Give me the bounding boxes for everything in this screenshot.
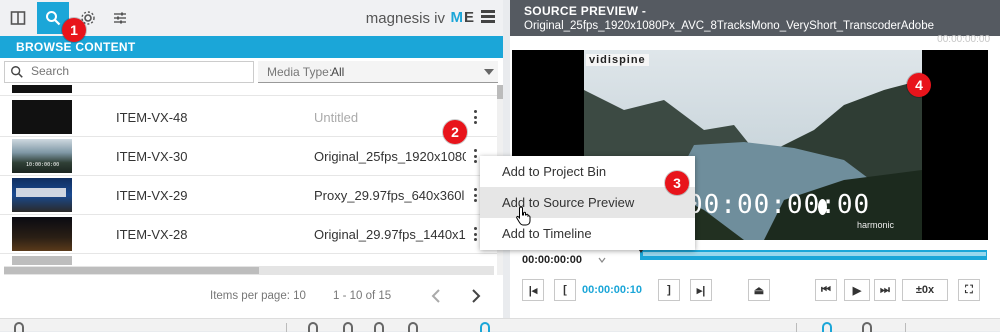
bottom-toolbar <box>0 318 1000 332</box>
item-id: ITEM-VX-30 <box>116 149 188 164</box>
more-options-icon[interactable] <box>470 225 480 243</box>
horizontal-scrollbar[interactable] <box>4 266 494 275</box>
list-item[interactable]: ITEM-VX-28 Original_29.97fps_1440x1 <box>0 215 497 254</box>
page-range: 1 - 10 of 15 <box>333 290 392 302</box>
timecode-dot <box>818 199 827 215</box>
current-timecode: 00:00:00:00 <box>522 254 582 266</box>
go-to-out-button[interactable]: ▸| <box>690 279 712 301</box>
thumbnail <box>12 178 72 212</box>
more-options-icon[interactable] <box>470 147 480 165</box>
hand-cursor-icon <box>516 206 531 226</box>
items-per-page[interactable]: Items per page: 10 <box>210 290 306 302</box>
chevron-down-icon <box>484 69 494 75</box>
media-type-label: Media Type: <box>267 65 333 79</box>
search-icon <box>11 66 23 78</box>
thumbnail: 10:00:00:00 <box>12 139 72 173</box>
browse-panel: magnesis iv ME BROWSE CONTENT Media Type… <box>0 0 503 318</box>
fullscreen-icon[interactable]: ⛶ <box>958 279 980 301</box>
ghost-timecode: 00:00:00:00 <box>937 34 990 45</box>
columns-icon[interactable] <box>2 2 34 34</box>
thumbnail <box>12 256 72 265</box>
go-to-in-button[interactable]: |◂ <box>522 279 544 301</box>
in-timecode: 00:00:00:10 <box>582 284 642 296</box>
sliders-icon[interactable] <box>104 2 136 34</box>
marker-icon[interactable]: ⏏ <box>748 279 770 301</box>
list-item[interactable] <box>0 254 497 265</box>
item-id: ITEM-VX-48 <box>116 110 188 125</box>
timeline-track <box>643 252 986 256</box>
skip-back-icon[interactable]: ⏮ <box>815 279 837 301</box>
list-item[interactable]: ITEM-VX-29 Proxy_29.97fps_640x360l <box>0 176 497 215</box>
item-title: Untitled <box>314 110 359 125</box>
content-list: ITEM-VX-48 Untitled 10:00:00:00 ITEM-VX-… <box>0 85 497 265</box>
source-preview-header: SOURCE PREVIEW - Original_25fps_1920x108… <box>510 0 1000 45</box>
chevron-right-icon[interactable] <box>466 287 484 305</box>
set-out-button[interactable]: ] <box>658 279 680 301</box>
more-options-icon[interactable] <box>470 186 480 204</box>
annotation-badge-2: 2 <box>443 120 467 144</box>
item-title: Proxy_29.97fps_640x360l <box>314 188 465 203</box>
preview-title: SOURCE PREVIEW - <box>524 4 647 18</box>
set-in-button[interactable]: [ <box>554 279 576 301</box>
thumbnail <box>12 100 72 134</box>
list-item[interactable]: ITEM-VX-48 Untitled <box>0 98 497 137</box>
list-item[interactable] <box>0 85 497 96</box>
preview-filename: Original_25fps_1920x1080Px_AVC_8TracksMo… <box>524 20 934 32</box>
hamburger-menu-icon[interactable] <box>481 10 495 24</box>
media-type-select[interactable]: Media Type: All <box>258 61 498 83</box>
brand-name: magnesis iv <box>365 10 445 27</box>
chevron-down-icon[interactable] <box>598 256 606 264</box>
annotation-badge-4: 4 <box>907 73 931 97</box>
annotation-badge-3: 3 <box>665 171 689 195</box>
vidispine-watermark: vidispine <box>586 54 649 66</box>
annotation-badge-1: 1 <box>62 18 86 42</box>
context-menu: Add to Project Bin Add to Source Preview… <box>480 156 695 250</box>
me-logo: ME <box>450 9 475 26</box>
menu-item-add-to-project-bin[interactable]: Add to Project Bin <box>480 156 695 187</box>
play-icon[interactable]: ▶ <box>844 279 870 301</box>
thumbnail <box>12 217 72 251</box>
item-title: Original_25fps_1920x1080 <box>314 149 466 164</box>
skip-forward-icon[interactable]: ⏭ <box>874 279 896 301</box>
search-field[interactable] <box>4 61 254 83</box>
search-input[interactable] <box>31 64 246 78</box>
speed-control[interactable]: ±0x <box>902 279 948 301</box>
more-options-icon[interactable] <box>470 108 480 126</box>
chevron-left-icon[interactable] <box>428 287 446 305</box>
overlay-timecode: 00:00:00:00 <box>687 190 871 220</box>
media-type-value: All <box>331 65 345 79</box>
harmonic-watermark: harmonic <box>857 220 895 230</box>
item-id: ITEM-VX-29 <box>116 188 188 203</box>
list-item[interactable]: 10:00:00:00 ITEM-VX-30 Original_25fps_19… <box>0 137 497 176</box>
menu-item-add-to-source-preview[interactable]: Add to Source Preview <box>480 187 695 218</box>
item-id: ITEM-VX-28 <box>116 227 188 242</box>
menu-item-add-to-timeline[interactable]: Add to Timeline <box>480 218 695 249</box>
thumbnail-timecode: 10:00:00:00 <box>26 162 60 168</box>
thumbnail <box>12 85 72 93</box>
item-title: Original_29.97fps_1440x1 <box>314 227 466 242</box>
